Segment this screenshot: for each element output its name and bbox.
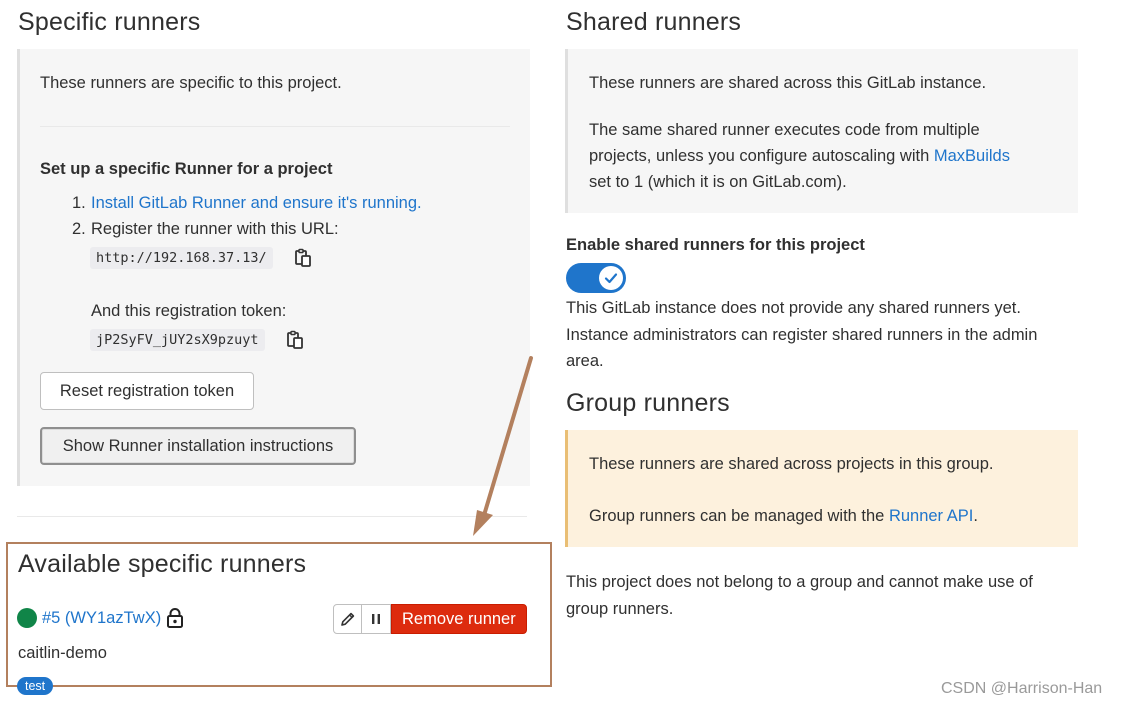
available-runners-title: Available specific runners — [18, 550, 307, 578]
show-runner-instructions-button[interactable]: Show Runner installation instructions — [40, 427, 356, 465]
install-runner-link[interactable]: Install GitLab Runner and ensure it's ru… — [91, 190, 422, 216]
enable-shared-runners-label: Enable shared runners for this project — [566, 236, 865, 254]
runner-tag-badge: test — [17, 677, 54, 695]
shared-desc-line-3: set to 1 (which it is on GitLab.com). — [589, 173, 847, 191]
setup-title: Set up a specific Runner for a project — [40, 160, 333, 178]
group-runners-title: Group runners — [566, 389, 730, 417]
shared-intro-text: These runners are shared across this Git… — [589, 74, 987, 92]
enable-shared-runners-toggle[interactable] — [566, 263, 626, 293]
registration-token-code: jP2SyFV_jUY2sX9pzuyt — [90, 329, 265, 351]
shared-desc-line-1: The same shared runner executes code fro… — [589, 121, 980, 139]
clipboard-icon[interactable] — [286, 330, 304, 350]
group-intro-text: These runners are shared across projects… — [589, 455, 994, 473]
group-note-line-1: This project does not belong to a group … — [566, 573, 1033, 591]
token-label: And this registration token: — [91, 302, 287, 320]
shared-note-line-3: area. — [566, 352, 604, 370]
runner-online-status-icon — [17, 608, 37, 628]
group-note-line-2: group runners. — [566, 600, 674, 618]
runner-url-code: http://192.168.37.13/ — [90, 247, 273, 269]
step-2-number: 2. — [72, 220, 86, 238]
pause-icon — [372, 614, 380, 624]
runner-api-link[interactable]: Runner API — [889, 507, 973, 525]
group-api-desc: Group runners can be managed with the — [589, 507, 889, 525]
lock-icon — [166, 607, 184, 629]
shared-desc-text: projects, unless you configure autoscali… — [589, 147, 934, 165]
specific-intro-text: These runners are specific to this proje… — [40, 74, 342, 92]
shared-desc-line-2: projects, unless you configure autoscali… — [589, 143, 1010, 169]
check-icon — [604, 273, 618, 284]
group-api-text: Group runners can be managed with the Ru… — [589, 503, 978, 529]
watermark: CSDN @Harrison-Han — [941, 680, 1103, 697]
runner-link[interactable]: #5 (WY1azTwX) — [42, 605, 161, 631]
toggle-knob — [599, 266, 623, 290]
group-runners-panel — [565, 430, 1078, 547]
group-api-period: . — [973, 507, 978, 525]
specific-runners-title: Specific runners — [18, 8, 201, 36]
pause-runner-button[interactable] — [362, 604, 391, 634]
clipboard-icon[interactable] — [294, 248, 312, 268]
shared-note-line-2: Instance administrators can register sha… — [566, 326, 1038, 344]
annotation-arrow — [473, 356, 533, 536]
edit-runner-button[interactable] — [333, 604, 362, 634]
pencil-icon — [340, 612, 354, 626]
divider — [40, 126, 510, 127]
step-1-number: 1. — [72, 194, 86, 212]
shared-runners-title: Shared runners — [566, 8, 742, 36]
shared-note-line-1: This GitLab instance does not provide an… — [566, 299, 1021, 317]
remove-runner-button[interactable]: Remove runner — [391, 604, 527, 634]
step-2-text: Register the runner with this URL: — [91, 220, 339, 238]
divider — [17, 516, 527, 517]
runner-actions-group: Remove runner — [333, 604, 527, 634]
maxbuilds-link[interactable]: MaxBuilds — [934, 147, 1010, 165]
reset-registration-token-button[interactable]: Reset registration token — [40, 372, 254, 410]
runner-description: caitlin-demo — [18, 644, 107, 662]
